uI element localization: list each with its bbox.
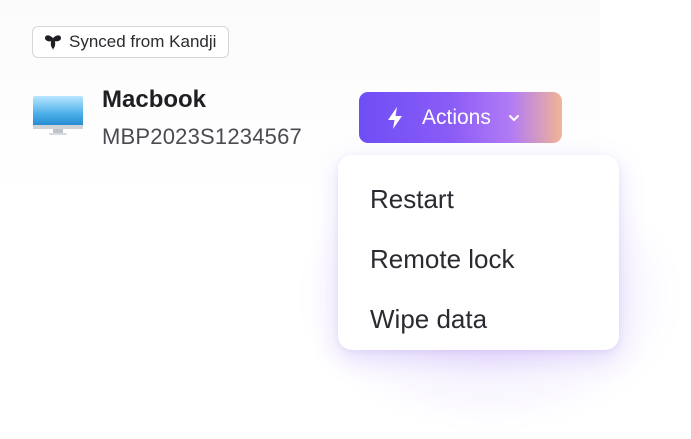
lightning-bolt-icon <box>388 106 402 129</box>
bee-icon <box>45 35 61 50</box>
sync-source-badge: Synced from Kandji <box>32 26 230 58</box>
menu-item-wipe-data[interactable]: Wipe data <box>338 289 619 349</box>
actions-dropdown-menu: Restart Remote lock Wipe data <box>338 155 619 350</box>
chevron-down-icon <box>508 114 519 121</box>
sync-source-label: Synced from Kandji <box>69 32 217 51</box>
menu-item-restart[interactable]: Restart <box>338 169 619 229</box>
device-info: Macbook MBP2023S1234567 <box>102 86 302 150</box>
imac-icon <box>33 96 83 135</box>
device-name: Macbook <box>102 86 207 113</box>
menu-item-remote-lock[interactable]: Remote lock <box>338 229 619 289</box>
device-serial-number: MBP2023S1234567 <box>102 124 302 149</box>
actions-button-label: Actions <box>422 105 491 129</box>
actions-button[interactable]: Actions <box>359 92 562 143</box>
device-summary: Macbook MBP2023S1234567 <box>33 86 302 152</box>
